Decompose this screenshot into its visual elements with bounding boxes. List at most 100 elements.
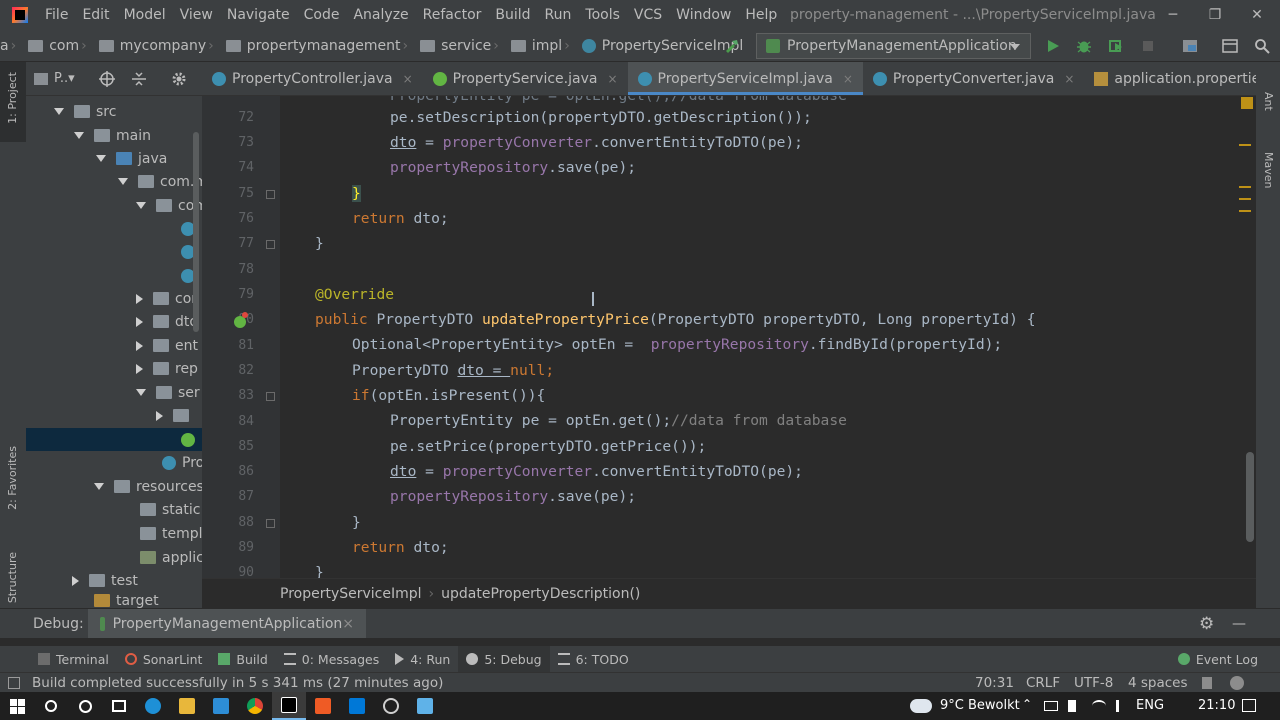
project-tool-button[interactable]: 1: Project bbox=[6, 72, 19, 124]
window-layout-icon[interactable] bbox=[1222, 38, 1238, 54]
tree-item-service-pkg[interactable]: ser bbox=[136, 381, 200, 404]
fold-marker-icon[interactable] bbox=[266, 392, 275, 401]
menu-run[interactable]: Run bbox=[538, 0, 579, 30]
menu-view[interactable]: View bbox=[173, 0, 220, 30]
project-view-selector[interactable]: P..▾ bbox=[54, 71, 75, 86]
menu-edit[interactable]: Edit bbox=[75, 0, 116, 30]
weather-text[interactable]: 9°C Bewolkt bbox=[940, 698, 1020, 713]
tree-item-repository-pkg[interactable]: rep bbox=[136, 357, 198, 380]
file-explorer-icon[interactable] bbox=[170, 692, 204, 720]
run-configuration-select[interactable]: PropertyManagementApplication bbox=[756, 33, 1031, 59]
settings-app-icon[interactable] bbox=[374, 692, 408, 720]
terminal-tool-button[interactable]: Terminal bbox=[30, 646, 117, 672]
breadcrumb-mycompany[interactable]: mycompany › bbox=[98, 38, 226, 54]
tree-item-converter-pkg[interactable]: con bbox=[136, 287, 200, 310]
breadcrumb-propertymanagement[interactable]: propertymanagement › bbox=[225, 38, 420, 54]
tree-item-entity-pkg[interactable]: ent bbox=[136, 334, 198, 357]
breadcrumb-service[interactable]: service › bbox=[420, 38, 511, 54]
wifi-icon[interactable] bbox=[1092, 700, 1106, 712]
battery-icon[interactable] bbox=[1068, 700, 1076, 712]
menu-model[interactable]: Model bbox=[117, 0, 173, 30]
gear-icon[interactable]: ⚙ bbox=[1199, 614, 1214, 634]
tree-item-target[interactable]: target bbox=[94, 593, 159, 608]
hide-panel-icon[interactable]: — bbox=[1232, 616, 1246, 632]
warning-stripe-mark[interactable] bbox=[1239, 198, 1251, 200]
editor-crumb-method[interactable]: updatePropertyDescription() bbox=[441, 586, 640, 602]
build-hammer-icon[interactable] bbox=[724, 38, 740, 54]
fold-marker-icon[interactable] bbox=[266, 240, 275, 249]
editor-scroll-thumb[interactable] bbox=[1246, 452, 1254, 542]
menu-tools[interactable]: Tools bbox=[578, 0, 627, 30]
menu-code[interactable]: Code bbox=[297, 0, 347, 30]
status-message[interactable]: Build completed successfully in 5 s 341 … bbox=[32, 675, 443, 691]
menu-refactor[interactable]: Refactor bbox=[416, 0, 489, 30]
editor-gutter[interactable]: 72 73 74 75 76 77 78 79 80 81 82 83 84 8… bbox=[202, 96, 280, 578]
editor-scrollbar[interactable] bbox=[1242, 96, 1256, 578]
project-structure-icon[interactable] bbox=[1182, 38, 1198, 54]
tab-application-properties[interactable]: application.properties× bbox=[1084, 62, 1280, 95]
warning-stripe-mark[interactable] bbox=[1239, 210, 1251, 212]
menu-navigate[interactable]: Navigate bbox=[220, 0, 297, 30]
tree-item-application-class[interactable]: Pro bbox=[162, 451, 202, 474]
fold-marker-icon[interactable] bbox=[266, 519, 275, 528]
close-icon[interactable]: × bbox=[843, 72, 853, 86]
tree-item-templates[interactable]: templa bbox=[140, 522, 202, 545]
tab-property-service-impl[interactable]: PropertyServiceImpl.java × bbox=[627, 62, 864, 95]
tab-property-controller[interactable]: PropertyController.java × bbox=[202, 62, 423, 95]
tree-item-package-com[interactable]: com.m bbox=[118, 170, 202, 193]
fold-marker-icon[interactable] bbox=[266, 190, 275, 199]
close-icon[interactable]: × bbox=[1064, 72, 1074, 86]
tree-item-application-properties[interactable]: applica bbox=[140, 546, 202, 569]
warning-stripe-mark[interactable] bbox=[1239, 186, 1251, 188]
tree-item-selected-interface[interactable] bbox=[26, 428, 202, 451]
debug-session-tab[interactable]: PropertyManagementApplication × bbox=[88, 609, 366, 639]
menu-help[interactable]: Help bbox=[738, 0, 784, 30]
chevron-up-icon[interactable]: ⌃ bbox=[1022, 697, 1032, 711]
warning-stripe-mark[interactable] bbox=[1239, 144, 1251, 146]
favorites-tool-button[interactable]: 2: Favorites bbox=[6, 446, 19, 510]
warning-indicator-icon[interactable] bbox=[1241, 97, 1253, 109]
notification-center-icon[interactable] bbox=[1242, 699, 1256, 712]
editor-crumb-class[interactable]: PropertyServiceImpl bbox=[280, 586, 422, 602]
target-icon[interactable] bbox=[98, 70, 115, 87]
breadcrumb-impl[interactable]: impl › bbox=[510, 38, 582, 54]
code-editor[interactable]: PropertyEntity pe = optEn.get();//data f… bbox=[280, 96, 1242, 578]
menu-build[interactable]: Build bbox=[488, 0, 537, 30]
event-log-button[interactable]: Event Log bbox=[1170, 646, 1266, 672]
stop-icon[interactable] bbox=[1140, 38, 1156, 54]
breadcrumb-root[interactable]: a › bbox=[0, 38, 28, 54]
ant-tool-button[interactable]: Ant bbox=[1262, 92, 1275, 111]
volume-icon[interactable] bbox=[1116, 700, 1128, 712]
tool-windows-toggle-icon[interactable] bbox=[8, 676, 20, 689]
edge-icon[interactable] bbox=[136, 692, 170, 720]
minimize-button[interactable]: ─ bbox=[1150, 0, 1196, 30]
tab-property-converter[interactable]: PropertyConverter.java × bbox=[863, 62, 1085, 95]
run-with-coverage-icon[interactable] bbox=[1108, 38, 1124, 54]
notepad-icon[interactable] bbox=[408, 692, 442, 720]
chrome-icon[interactable] bbox=[238, 692, 272, 720]
search-icon[interactable] bbox=[1254, 38, 1270, 54]
close-window-button[interactable]: ✕ bbox=[1234, 0, 1280, 30]
indent-setting[interactable]: 4 spaces bbox=[1128, 675, 1188, 691]
close-icon[interactable]: × bbox=[342, 616, 354, 632]
intellij-taskbar-icon[interactable] bbox=[272, 692, 306, 720]
menu-analyze[interactable]: Analyze bbox=[346, 0, 415, 30]
build-tool-button[interactable]: Build bbox=[210, 646, 275, 672]
gear-icon[interactable] bbox=[171, 71, 187, 87]
network-icon[interactable] bbox=[1044, 701, 1058, 711]
windows-start-icon[interactable] bbox=[0, 692, 34, 720]
lock-icon[interactable] bbox=[1202, 676, 1212, 689]
inspector-icon[interactable] bbox=[1230, 675, 1244, 690]
task-view-icon[interactable] bbox=[102, 692, 136, 720]
todo-tool-button[interactable]: 6: TODO bbox=[550, 646, 637, 672]
tree-item-java[interactable]: java bbox=[96, 147, 167, 170]
menu-window[interactable]: Window bbox=[669, 0, 738, 30]
tree-item-impl-pkg[interactable] bbox=[156, 404, 195, 427]
maven-tool-button[interactable]: Maven bbox=[1262, 152, 1275, 188]
cortana-icon[interactable] bbox=[68, 692, 102, 720]
photos-icon[interactable] bbox=[340, 692, 374, 720]
collapse-all-icon[interactable] bbox=[131, 71, 147, 87]
sonarlint-tool-button[interactable]: SonarLint bbox=[117, 646, 211, 672]
tree-item-src[interactable]: src bbox=[54, 100, 116, 123]
tree-item-test[interactable]: test bbox=[72, 569, 138, 592]
